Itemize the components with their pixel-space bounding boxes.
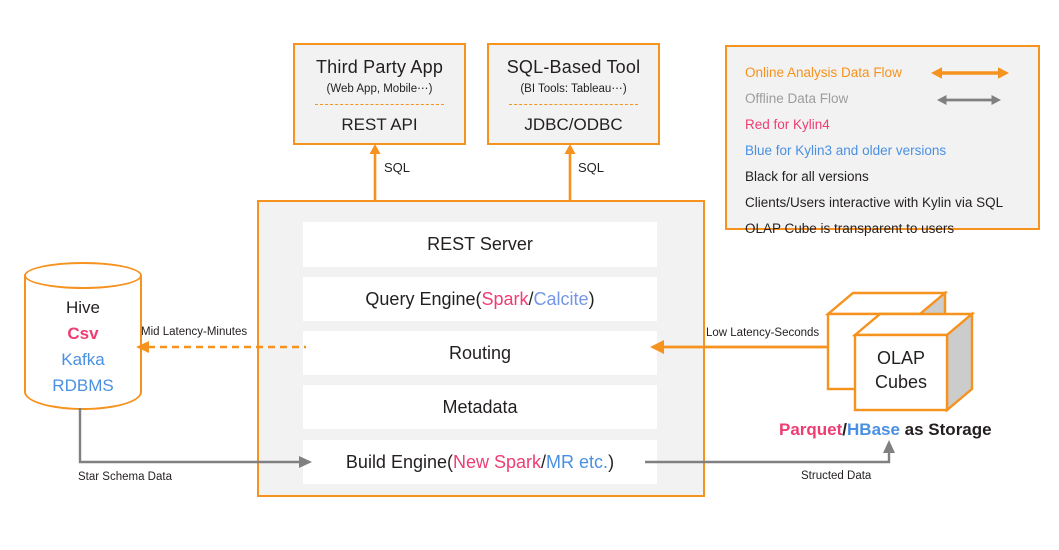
client-box-third-party-app: Third Party App (Web App, Mobile⋯) REST … — [293, 43, 466, 145]
server-row-accent-pink: Spark — [481, 288, 529, 309]
olap-cubes-label-line2: Cubes — [874, 372, 928, 392]
storage-caption: Parquet/HBase as Storage — [779, 420, 992, 440]
datasource-label-hive: Hive — [65, 298, 100, 317]
legend-item: Offline Data Flow — [745, 86, 1022, 112]
legend-item: Online Analysis Data Flow — [745, 60, 1022, 86]
server-row-close: ) — [588, 288, 595, 309]
legend-item-label: Red for Kylin4 — [745, 117, 830, 132]
datasource-labels: Hive Csv Kafka RDBMS — [24, 295, 142, 399]
client-title: SQL-Based Tool — [506, 57, 641, 77]
client-subtitle: (BI Tools: Tableau⋯) — [520, 82, 627, 95]
structed-data-label: Structed Data — [801, 470, 872, 482]
datasource-cylinder-top — [24, 262, 142, 289]
server-row-rest-server: REST Server — [303, 222, 657, 267]
server-row-close: ) — [608, 451, 615, 472]
mid-latency-dashed-arrow — [136, 341, 306, 353]
client-divider — [315, 103, 444, 105]
datasource-label-kafka: Kafka — [61, 350, 105, 369]
server-row-accent-pink: New Spark — [453, 451, 542, 472]
sql-arrow-right-label: SQL — [578, 160, 605, 175]
datasource-label-rdbms: RDBMS — [52, 376, 114, 395]
storage-caption-parquet: Parquet — [779, 420, 843, 439]
star-schema-connector — [78, 408, 312, 468]
server-row-label: REST Server — [427, 234, 533, 254]
legend-item: Red for Kylin4 — [745, 112, 1022, 138]
storage-caption-suffix: as Storage — [899, 420, 992, 439]
client-box-sql-based-tool: SQL-Based Tool (BI Tools: Tableau⋯) JDBC… — [487, 43, 660, 145]
client-title: Third Party App — [315, 57, 444, 77]
legend-item-label: Online Analysis Data Flow — [745, 65, 902, 80]
server-row-label: Routing — [448, 342, 512, 363]
legend-item: OLAP Cube is transparent to users — [745, 216, 1022, 242]
legend-arrow-online — [931, 67, 1009, 79]
storage-caption-hbase: HBase — [847, 420, 900, 439]
low-latency-label: Low Latency-Seconds — [706, 327, 820, 339]
mid-latency-label: Mid Latency-Minutes — [141, 326, 248, 338]
client-divider — [509, 103, 638, 105]
legend-arrow-offline — [937, 95, 1001, 105]
legend-item-label: Clients/Users interactive with Kylin via… — [745, 195, 1004, 210]
server-row-label: Metadata — [442, 396, 518, 417]
legend-box: Online Analysis Data Flow Offline Data F… — [725, 45, 1040, 236]
datasource-label-csv: Csv — [67, 324, 99, 343]
client-api-label: JDBC/ODBC — [524, 114, 623, 134]
legend-item: Black for all versions — [745, 164, 1022, 190]
legend-item: Blue for Kylin3 and older versions — [745, 138, 1022, 164]
server-row-metadata: Metadata — [303, 385, 657, 429]
server-row-label: Build Engine( — [345, 451, 453, 472]
server-row-build-engine: Build Engine(New Spark / MR etc.) — [303, 440, 657, 484]
legend-item: Clients/Users interactive with Kylin via… — [745, 190, 1022, 216]
server-row-accent-blue: MR etc. — [546, 451, 609, 472]
server-row-routing: Routing — [303, 331, 657, 375]
legend-item-label: Offline Data Flow — [745, 91, 849, 106]
client-subtitle: (Web App, Mobile⋯) — [326, 82, 433, 95]
client-api-label: REST API — [341, 114, 418, 134]
olap-cubes-label-line1: OLAP — [876, 348, 926, 368]
server-row-label: Query Engine( — [365, 288, 482, 309]
server-row-accent-blue: Calcite — [533, 288, 589, 309]
legend-item-label: OLAP Cube is transparent to users — [745, 221, 955, 236]
low-latency-arrow — [650, 340, 842, 354]
diagram-canvas: Third Party App (Web App, Mobile⋯) REST … — [0, 0, 1059, 550]
legend-item-label: Black for all versions — [745, 169, 869, 184]
olap-cubes-label: OLAP Cubes — [855, 346, 947, 394]
sql-arrow-left-label: SQL — [384, 160, 411, 175]
star-schema-label: Star Schema Data — [78, 471, 172, 483]
server-row-query-engine: Query Engine(Spark / Calcite) — [303, 277, 657, 321]
legend-item-label: Blue for Kylin3 and older versions — [745, 143, 947, 158]
